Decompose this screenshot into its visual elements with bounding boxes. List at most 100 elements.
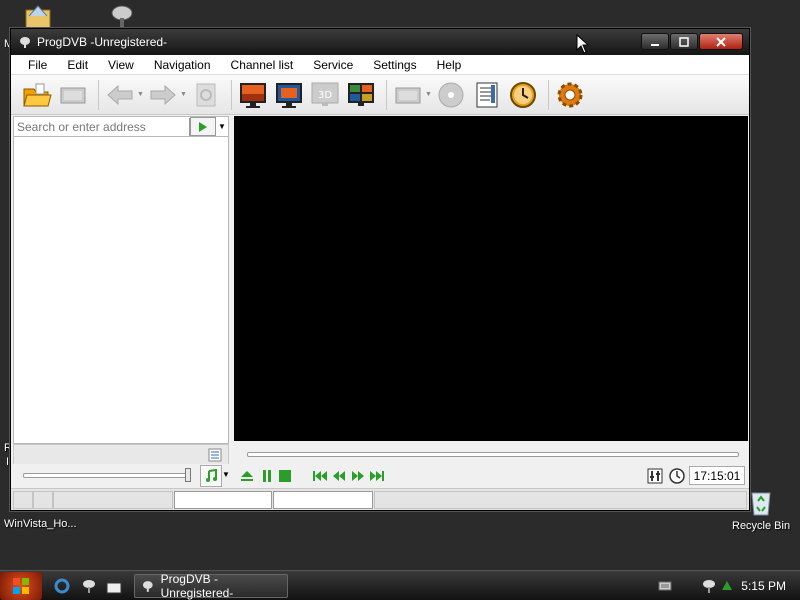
equalizer-button[interactable] bbox=[647, 468, 663, 484]
timer-button[interactable] bbox=[669, 468, 685, 484]
scheduler-button[interactable] bbox=[507, 79, 539, 111]
mosaic-button[interactable] bbox=[345, 79, 377, 111]
window-titlebar[interactable]: ProgDVB -Unregistered- bbox=[11, 29, 749, 55]
recordings-button[interactable] bbox=[57, 79, 89, 111]
maximize-icon bbox=[679, 36, 689, 47]
video-display[interactable] bbox=[234, 116, 748, 441]
status-cell-message bbox=[374, 491, 747, 509]
progdvb-app-icon bbox=[17, 34, 33, 50]
menu-service[interactable]: Service bbox=[303, 58, 363, 72]
channel-list-footer bbox=[13, 444, 229, 466]
menu-channel-list[interactable]: Channel list bbox=[221, 58, 304, 72]
tray-network[interactable] bbox=[719, 578, 735, 594]
menu-view[interactable]: View bbox=[98, 58, 144, 72]
satellite-dish-icon bbox=[83, 580, 95, 593]
seek-area bbox=[234, 443, 748, 465]
disc-button[interactable] bbox=[435, 79, 467, 111]
status-bar bbox=[11, 488, 749, 510]
equalizer-icon bbox=[647, 468, 663, 484]
desktop-icon-label: WinVista_Ho... bbox=[4, 518, 77, 530]
taskbar-item-progdvb[interactable]: ProgDVB -Unregistered- bbox=[134, 572, 288, 600]
volume-slider-thumb[interactable] bbox=[185, 468, 191, 482]
tray-progdvb[interactable] bbox=[701, 578, 717, 594]
media-clapper-icon bbox=[106, 578, 122, 594]
quicklaunch-ie[interactable] bbox=[53, 577, 71, 595]
scheduler-clock-icon bbox=[510, 81, 536, 108]
status-cell bbox=[13, 491, 33, 509]
desktop-edge-text-mid2: I bbox=[6, 456, 10, 468]
settings-button[interactable] bbox=[554, 79, 586, 111]
search-input[interactable] bbox=[14, 117, 190, 136]
forward-arrow-icon bbox=[150, 84, 176, 105]
svg-text:3D: 3D bbox=[318, 90, 332, 101]
menu-help[interactable]: Help bbox=[427, 58, 472, 72]
epg-button[interactable] bbox=[471, 79, 503, 111]
eject-button[interactable] bbox=[239, 468, 255, 484]
tv-mode-1-button[interactable] bbox=[237, 79, 269, 111]
taskbar: ProgDVB -Unregistered- 5:15 PM bbox=[0, 570, 800, 600]
epg-icon bbox=[476, 82, 498, 107]
quicklaunch-media[interactable] bbox=[105, 577, 123, 595]
music-note-icon bbox=[206, 469, 217, 482]
back-dropdown-arrow-icon[interactable]: ▼ bbox=[137, 91, 145, 98]
film-icon bbox=[395, 87, 421, 103]
go-button[interactable] bbox=[190, 117, 216, 136]
playback-controls: ▼ 17:15:01 bbox=[11, 464, 749, 490]
toolbar: ▼ ▼ 3D ▼ bbox=[11, 75, 749, 115]
mouse-cursor-icon bbox=[576, 34, 590, 54]
settings-gear-icon bbox=[557, 82, 583, 107]
menu-navigation[interactable]: Navigation bbox=[144, 58, 221, 72]
open-button[interactable] bbox=[21, 79, 53, 111]
recordings-icon bbox=[60, 87, 86, 103]
forward-dropdown-arrow-icon[interactable]: ▼ bbox=[180, 91, 188, 98]
menu-edit[interactable]: Edit bbox=[57, 58, 98, 72]
forward-button[interactable] bbox=[147, 79, 179, 111]
desktop-icon-label: Recycle Bin bbox=[732, 520, 791, 532]
fast-forward-button[interactable] bbox=[350, 468, 366, 484]
mosaic-icon bbox=[348, 82, 374, 106]
taskbar-clock[interactable]: 5:15 PM bbox=[741, 579, 786, 593]
main-content: ▼ bbox=[11, 116, 749, 470]
audio-track-button[interactable] bbox=[200, 465, 222, 487]
network-icon bbox=[722, 581, 732, 590]
tray-keyboard[interactable] bbox=[657, 578, 673, 594]
seek-slider[interactable] bbox=[247, 452, 739, 457]
quicklaunch-progdvb[interactable] bbox=[80, 577, 98, 595]
film-button[interactable] bbox=[392, 79, 424, 111]
toolbar-separator bbox=[231, 79, 232, 110]
skip-back-button[interactable] bbox=[312, 468, 328, 484]
skip-forward-icon bbox=[370, 471, 384, 481]
volume-slider[interactable] bbox=[23, 473, 189, 478]
windows-logo-icon bbox=[13, 578, 29, 594]
status-cell bbox=[53, 491, 173, 509]
3d-mode-button[interactable]: 3D bbox=[309, 79, 341, 111]
menu-settings[interactable]: Settings bbox=[363, 58, 426, 72]
menu-file[interactable]: File bbox=[15, 58, 57, 72]
rewind-icon bbox=[333, 471, 345, 481]
rewind-button[interactable] bbox=[331, 468, 347, 484]
scan-button[interactable] bbox=[190, 79, 222, 111]
3d-mode-icon: 3D bbox=[311, 82, 339, 106]
stop-button[interactable] bbox=[277, 468, 293, 484]
stop-icon bbox=[279, 470, 291, 482]
start-button[interactable] bbox=[0, 572, 42, 600]
back-button[interactable] bbox=[104, 79, 136, 111]
window-title: ProgDVB -Unregistered- bbox=[37, 35, 168, 49]
search-dropdown-arrow-icon[interactable]: ▼ bbox=[216, 122, 228, 131]
close-button[interactable] bbox=[699, 33, 743, 50]
satellite-dish-icon bbox=[703, 580, 715, 593]
open-folder-icon bbox=[23, 83, 52, 106]
eject-icon bbox=[241, 471, 253, 481]
film-dropdown-arrow-icon[interactable]: ▼ bbox=[425, 91, 433, 98]
pause-button[interactable] bbox=[259, 468, 275, 484]
minimize-button[interactable] bbox=[641, 33, 669, 50]
list-view-button[interactable] bbox=[208, 448, 222, 462]
timer-clock-icon bbox=[669, 468, 685, 484]
skip-forward-button[interactable] bbox=[369, 468, 385, 484]
progdvb-window: ProgDVB -Unregistered- File Edit View Na… bbox=[10, 28, 750, 511]
back-arrow-icon bbox=[107, 84, 133, 105]
maximize-button[interactable] bbox=[670, 33, 698, 50]
audio-dropdown-arrow-icon[interactable]: ▼ bbox=[222, 470, 230, 479]
tv-mode-2-button[interactable] bbox=[273, 79, 305, 111]
menu-bar: File Edit View Navigation Channel list S… bbox=[11, 55, 749, 75]
